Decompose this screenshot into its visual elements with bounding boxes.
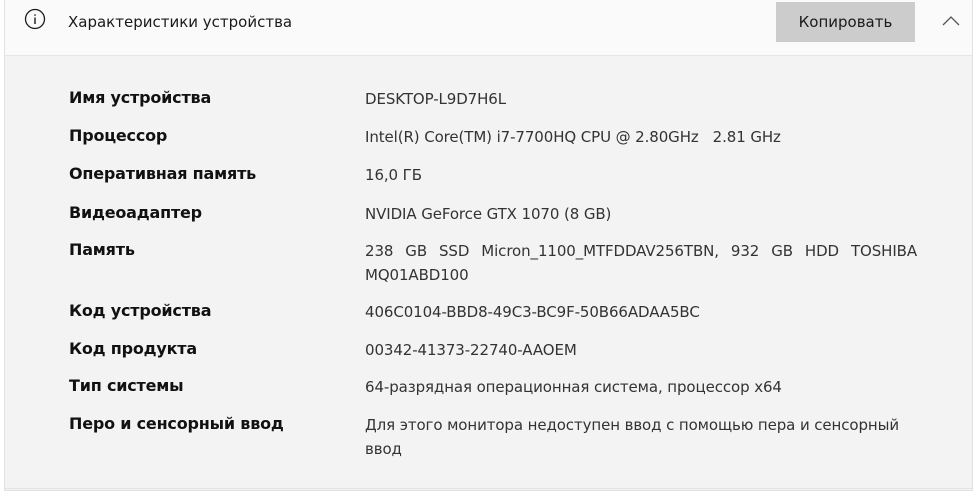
spec-value: Intel(R) Core(TM) i7-7700HQ CPU @ 2.80GH…	[365, 128, 781, 146]
bottom-divider	[5, 488, 972, 489]
spec-value: 64-разрядная операционная система, проце…	[365, 378, 782, 396]
spec-value: NVIDIA GeForce GTX 1070 (8 GB)	[365, 205, 612, 223]
spec-value: 406C0104-BBD8-49C3-BC9F-50B66ADAA5BC	[365, 303, 700, 321]
spec-value: 00342-41373-22740-AAOEM	[365, 341, 577, 359]
spec-label: Имя устройства	[69, 88, 212, 107]
section-title: Характеристики устройства	[68, 13, 293, 31]
spec-label: Память	[69, 240, 135, 259]
spec-label: Процессор	[69, 126, 168, 145]
spec-value: 16,0 ГБ	[365, 166, 422, 184]
device-specs-header[interactable]: Характеристики устройства Копировать	[5, 0, 972, 56]
chevron-up-icon[interactable]	[942, 12, 960, 26]
device-specs-card: Характеристики устройства Копировать Имя…	[4, 0, 973, 491]
spec-label: Видеоадаптер	[69, 203, 202, 222]
info-icon	[24, 8, 46, 30]
copy-button[interactable]: Копировать	[776, 2, 915, 42]
spec-value: DESKTOP-L9D7H6L	[365, 90, 506, 108]
spec-value: 238 GB SSD Micron_1100_MTFDDAV256TBN, 93…	[365, 242, 917, 284]
spec-label: Перо и сенсорный ввод	[69, 414, 284, 433]
spec-value: Для этого монитора недоступен ввод с пом…	[365, 416, 899, 458]
spec-label: Тип системы	[69, 376, 184, 395]
spec-label: Код устройства	[69, 301, 212, 320]
spec-label: Оперативная память	[69, 164, 257, 183]
spec-label: Код продукта	[69, 339, 197, 358]
